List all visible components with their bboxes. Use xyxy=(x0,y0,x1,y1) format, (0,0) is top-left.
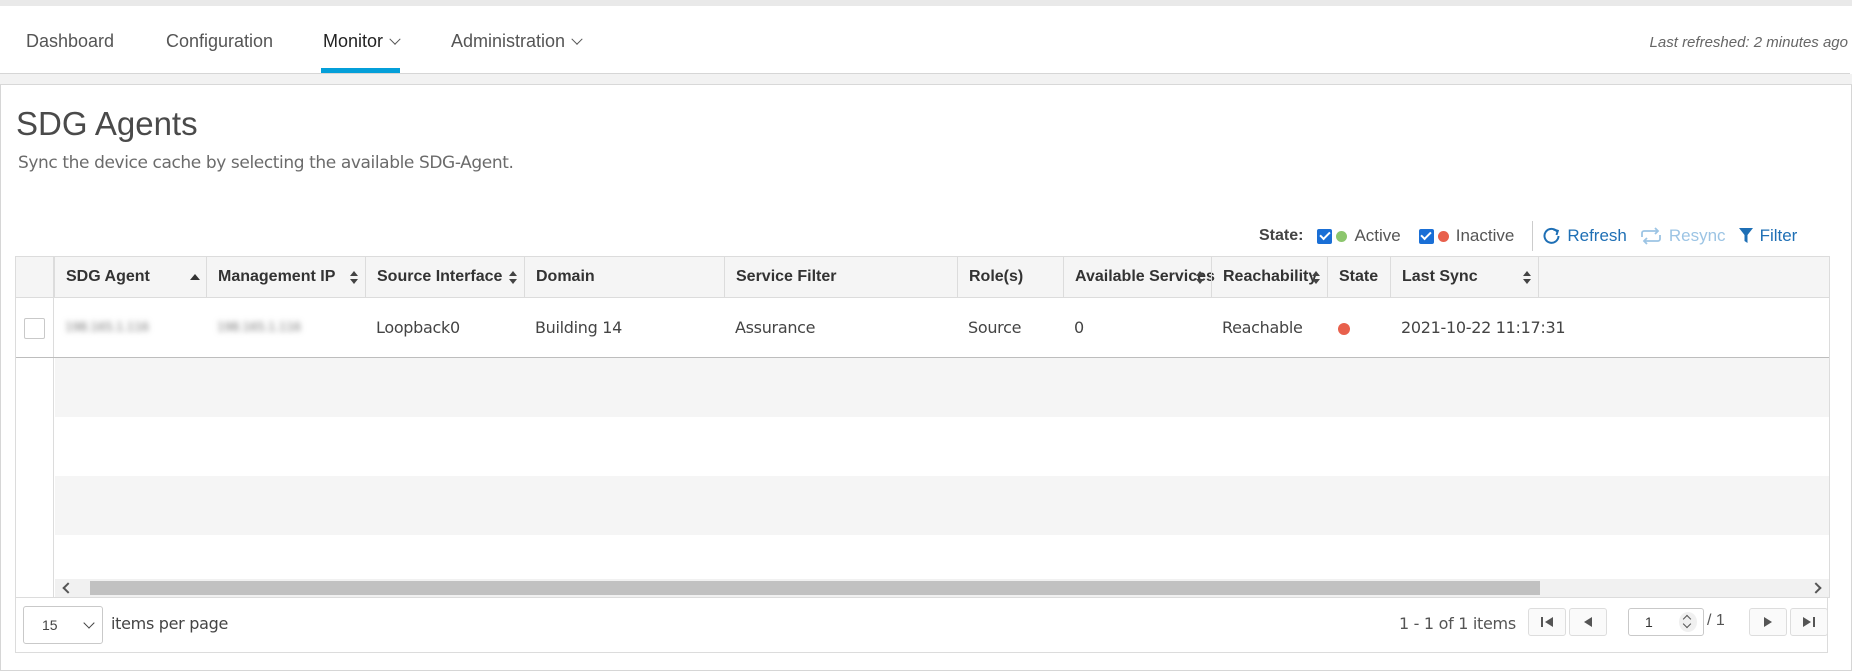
column-header-sdg-agent[interactable]: SDG Agent xyxy=(54,257,206,297)
cell-source-interface: Loopback0 xyxy=(376,318,460,337)
active-state-checkbox[interactable] xyxy=(1317,228,1333,244)
refresh-label: Refresh xyxy=(1567,226,1627,245)
page-size-select[interactable]: 15 xyxy=(23,606,103,644)
resync-button[interactable]: Resync xyxy=(1639,226,1726,246)
items-per-page-label: items per page xyxy=(111,614,228,633)
filter-icon xyxy=(1738,228,1753,243)
nav-configuration-label: Configuration xyxy=(166,31,274,51)
toolbar-divider xyxy=(1532,221,1534,251)
sort-icon xyxy=(509,271,518,285)
cell-available-services: 0 xyxy=(1074,318,1084,337)
stepper-icon[interactable] xyxy=(1679,612,1697,632)
active-state-label: Active xyxy=(1354,226,1401,245)
column-label: SDG Agent xyxy=(66,268,150,285)
column-label: Service Filter xyxy=(736,268,837,285)
scrollbar-thumb[interactable] xyxy=(90,581,1540,595)
column-label: Available Services xyxy=(1075,268,1215,285)
column-label: State xyxy=(1339,268,1379,285)
next-page-button[interactable] xyxy=(1749,608,1787,636)
page-subtitle: Sync the device cache by selecting the a… xyxy=(18,153,514,173)
column-header-source-interface[interactable]: Source Interface xyxy=(365,257,524,297)
empty-row xyxy=(55,476,1829,535)
column-label: Role(s) xyxy=(969,268,1024,285)
empty-row xyxy=(55,358,1829,417)
column-header-roles[interactable]: Role(s) xyxy=(957,257,1063,297)
nav-administration[interactable]: Administration xyxy=(451,31,583,52)
cell-domain: Building 14 xyxy=(535,318,623,337)
active-status-dot-icon xyxy=(1336,230,1348,242)
column-label: Domain xyxy=(536,268,595,285)
main-content: SDG Agents Sync the device cache by sele… xyxy=(0,85,1852,671)
sort-icon xyxy=(350,271,359,285)
column-label: Last Sync xyxy=(1402,268,1478,285)
page-title: SDG Agents xyxy=(16,105,198,142)
column-header-management-ip[interactable]: Management IP xyxy=(206,257,365,297)
sdg-agents-table: SDG Agent Management IP Source Interface… xyxy=(15,256,1830,598)
column-header-service-filter[interactable]: Service Filter xyxy=(724,257,957,297)
scroll-right-icon[interactable] xyxy=(1810,582,1822,594)
chevron-down-icon xyxy=(389,33,401,45)
nav-dashboard-label: Dashboard xyxy=(26,31,115,51)
sort-icon xyxy=(1523,271,1532,285)
horizontal-scrollbar[interactable] xyxy=(55,579,1829,597)
cell-roles: Source xyxy=(968,318,1022,337)
previous-page-button[interactable] xyxy=(1569,608,1607,636)
inactive-status-dot-icon xyxy=(1437,230,1449,242)
first-page-icon xyxy=(1541,617,1553,627)
last-page-icon xyxy=(1803,617,1815,627)
cell-service-filter: Assurance xyxy=(735,318,816,337)
header-separator xyxy=(0,74,1852,85)
inactive-state-checkbox[interactable] xyxy=(1418,228,1434,244)
row-checkbox[interactable] xyxy=(24,318,45,339)
resync-icon xyxy=(1640,227,1661,245)
column-header-available-services[interactable]: Available Services xyxy=(1063,257,1215,297)
previous-page-icon xyxy=(1584,617,1592,627)
nav-monitor[interactable]: Monitor xyxy=(323,31,401,52)
state-inactive-dot-icon xyxy=(1338,323,1350,335)
column-label: Reachability xyxy=(1223,268,1318,285)
table-header: SDG Agent Management IP Source Interface… xyxy=(16,257,1829,298)
grid-toolbar: State: Active Inactive Refresh Resync Fi… xyxy=(1259,221,1809,251)
column-header-domain[interactable]: Domain xyxy=(524,257,724,297)
page-number-input[interactable]: 1 xyxy=(1628,608,1704,636)
table-row[interactable]: 198.165.1.116 198.165.1.116 Loopback0 Bu… xyxy=(16,298,1829,358)
page-size-value: 15 xyxy=(42,617,58,633)
refresh-icon xyxy=(1543,227,1560,244)
scroll-left-icon[interactable] xyxy=(62,582,74,594)
nav-configuration[interactable]: Configuration xyxy=(166,31,273,52)
last-refreshed-text: Last refreshed: 2 minutes ago xyxy=(1649,34,1848,51)
nav-administration-label: Administration xyxy=(451,31,566,51)
page-number-value: 1 xyxy=(1645,614,1653,630)
filter-button[interactable]: Filter xyxy=(1738,226,1798,246)
refresh-button[interactable]: Refresh xyxy=(1543,226,1627,246)
cell-management-ip: 198.165.1.116 xyxy=(217,320,301,334)
nav-dashboard[interactable]: Dashboard xyxy=(26,31,114,52)
resync-label: Resync xyxy=(1668,226,1726,245)
pagination-range-text: 1 - 1 of 1 items xyxy=(1399,614,1516,633)
cell-sdg-agent: 198.165.1.116 xyxy=(65,320,149,334)
inactive-state-label: Inactive xyxy=(1455,226,1515,245)
next-page-icon xyxy=(1764,617,1772,627)
chevron-down-icon xyxy=(83,617,95,629)
top-navigation: Dashboard Configuration Monitor Administ… xyxy=(0,6,1850,74)
column-header-reachability[interactable]: Reachability xyxy=(1211,257,1327,297)
column-label: Management IP xyxy=(218,268,336,285)
column-header-state[interactable]: State xyxy=(1327,257,1390,297)
active-tab-indicator xyxy=(321,68,400,73)
filter-label: Filter xyxy=(1759,226,1798,245)
cell-last-sync: 2021-10-22 11:17:31 xyxy=(1401,318,1566,337)
first-page-button[interactable] xyxy=(1528,608,1566,636)
column-header-last-sync[interactable]: Last Sync xyxy=(1390,257,1539,297)
nav-monitor-label: Monitor xyxy=(323,31,384,51)
state-filter-label: State: xyxy=(1259,227,1304,244)
column-label: Source Interface xyxy=(377,268,503,285)
total-pages-text: / 1 xyxy=(1707,612,1725,629)
sort-ascending-icon xyxy=(190,274,200,280)
sort-icon xyxy=(1312,271,1321,285)
pagination-bar: 15 items per page 1 - 1 of 1 items 1 / 1 xyxy=(15,598,1828,653)
last-page-button[interactable] xyxy=(1790,608,1828,636)
cell-reachability: Reachable xyxy=(1222,318,1303,337)
sort-icon xyxy=(1196,271,1205,285)
chevron-down-icon xyxy=(571,33,583,45)
